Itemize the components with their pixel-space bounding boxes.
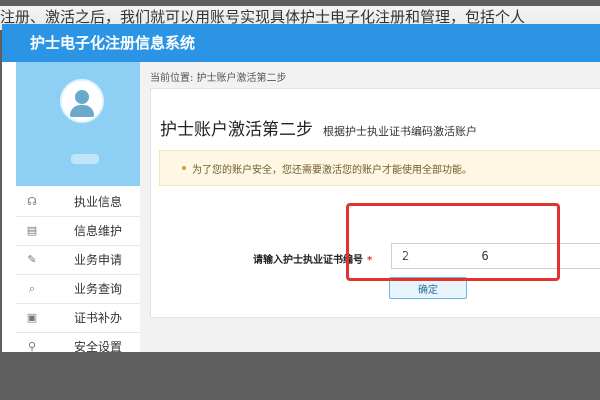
search-document-icon: ⌕ xyxy=(28,282,36,295)
breadcrumb: 当前位置: 护士账户激活第二步 xyxy=(150,73,287,84)
sidebar-item-practice-info[interactable]: ☊ 执业信息 xyxy=(16,188,140,217)
header-bar: 护士电子化注册信息系统 xyxy=(2,24,600,62)
page-title: 护士账户激活第二步 xyxy=(160,120,313,140)
certificate-icon: ▣ xyxy=(26,311,38,324)
sidebar: ☊ 执业信息 ▤ 信息维护 ✎ 业务申请 ⌕ 业务查询 ▣ 证书补办 ⚲ 安全设… xyxy=(16,62,141,352)
sidebar-item-label: 业务申请 xyxy=(74,253,123,267)
notice-text: 为了您的账户安全，您还需要激活您的账户才能使用全部功能。 xyxy=(192,165,472,176)
sidebar-item-label: 业务查询 xyxy=(74,282,123,296)
app-title: 护士电子化注册信息系统 xyxy=(30,34,196,52)
background-area xyxy=(0,352,600,400)
user-info-icon: ☊ xyxy=(27,195,37,208)
highlight-annotation xyxy=(346,203,560,281)
sidebar-item-label: 证书补办 xyxy=(74,311,123,325)
nurse-avatar-icon xyxy=(60,79,104,123)
profile-name xyxy=(71,154,99,164)
edit-form-icon: ✎ xyxy=(27,253,37,266)
sidebar-item-business-query[interactable]: ⌕ 业务查询 xyxy=(16,275,140,304)
bullet-icon xyxy=(182,166,186,170)
id-card-icon: ▤ xyxy=(26,224,38,237)
lock-icon: ⚲ xyxy=(27,340,37,352)
sidebar-item-label: 执业信息 xyxy=(74,195,123,209)
sidebar-item-business-apply[interactable]: ✎ 业务申请 xyxy=(16,246,140,275)
sidebar-item-label: 安全设置 xyxy=(74,340,123,352)
sidebar-item-info-maintenance[interactable]: ▤ 信息维护 xyxy=(16,217,140,246)
profile-panel xyxy=(16,62,140,186)
app-window: 护士电子化注册信息系统 ☊ 执业信息 ▤ 信息维护 ✎ 业务申请 ⌕ 业务查询 … xyxy=(2,24,600,352)
sidebar-item-certificate-reissue[interactable]: ▣ 证书补办 xyxy=(16,304,140,333)
security-notice: 为了您的账户安全，您还需要激活您的账户才能使用全部功能。 xyxy=(159,150,600,186)
page-subtitle: 根据护士执业证书编码激活账户 xyxy=(323,125,477,138)
sidebar-item-security-settings[interactable]: ⚲ 安全设置 xyxy=(16,333,140,352)
sidebar-nav: ☊ 执业信息 ▤ 信息维护 ✎ 业务申请 ⌕ 业务查询 ▣ 证书补办 ⚲ 安全设… xyxy=(16,188,140,352)
sidebar-item-label: 信息维护 xyxy=(74,224,123,238)
